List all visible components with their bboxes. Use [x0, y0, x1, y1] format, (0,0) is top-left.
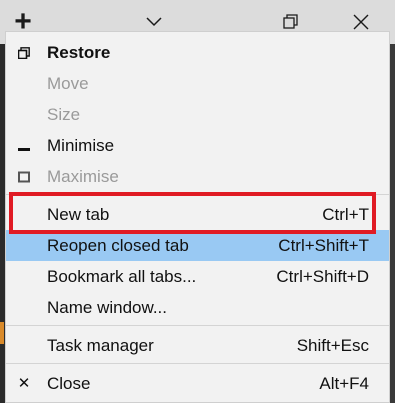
menu-item-bookmark-all-tabs[interactable]: Bookmark all tabs... Ctrl+Shift+D	[6, 261, 389, 292]
menu-item-size[interactable]: Size	[6, 99, 389, 130]
menu-item-reopen-closed-tab[interactable]: Reopen closed tab Ctrl+Shift+T	[6, 230, 389, 261]
maximise-icon	[15, 161, 33, 192]
close-glyph: ✕	[17, 375, 31, 392]
minimise-icon	[15, 130, 33, 161]
menu-item-label: Restore	[47, 43, 111, 62]
menu-item-maximise[interactable]: Maximise	[6, 161, 389, 192]
menu-item-restore[interactable]: Restore	[6, 37, 389, 68]
menu-separator	[6, 325, 389, 326]
menu-item-minimise[interactable]: Minimise	[6, 130, 389, 161]
menu-item-label: Close	[47, 374, 91, 393]
menu-item-label: New tab	[47, 205, 110, 224]
menu-item-label: Size	[47, 105, 81, 124]
restore-window-svg	[283, 14, 298, 29]
menu-item-close[interactable]: ✕ Close Alt+F4	[6, 368, 389, 399]
chevron-down-svg	[146, 17, 162, 27]
menu-item-shortcut: Ctrl+T	[322, 205, 369, 224]
background-accent	[0, 322, 4, 344]
menu-item-shortcut: Shift+Esc	[296, 336, 369, 355]
menu-item-name-window[interactable]: Name window...	[6, 292, 389, 323]
menu-item-shortcut: Alt+F4	[319, 374, 369, 393]
menu-item-label: Bookmark all tabs...	[47, 267, 197, 286]
menu-item-task-manager[interactable]: Task manager Shift+Esc	[6, 330, 389, 361]
menu-item-shortcut: Ctrl+Shift+T	[278, 236, 369, 255]
menu-item-label: Task manager	[47, 336, 154, 355]
menu-item-label: Reopen closed tab	[47, 236, 189, 255]
menu-item-label: Maximise	[47, 167, 119, 186]
close-window-svg	[353, 14, 369, 30]
menu-item-shortcut: Ctrl+Shift+D	[276, 267, 369, 286]
menu-item-new-tab[interactable]: New tab Ctrl+T	[6, 199, 389, 230]
menu-item-label: Minimise	[47, 136, 115, 155]
menu-separator	[6, 363, 389, 364]
window-context-menu: Restore Move Size Minimise Maximise New …	[5, 31, 390, 403]
close-icon: ✕	[15, 368, 33, 399]
restore-icon	[15, 37, 33, 68]
menu-separator	[6, 194, 389, 195]
menu-item-label: Name window...	[47, 298, 167, 317]
menu-item-label: Move	[47, 74, 89, 93]
menu-item-move[interactable]: Move	[6, 68, 389, 99]
